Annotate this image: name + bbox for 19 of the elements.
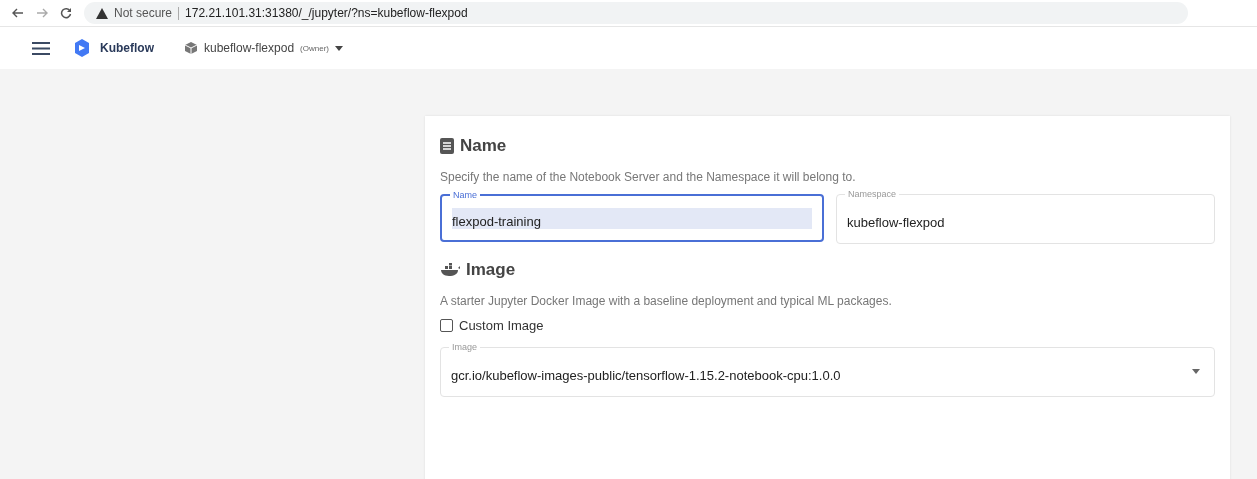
logo-icon [72,38,92,58]
brand-name: Kubeflow [100,41,154,55]
caret-icon [1192,369,1200,374]
back-icon[interactable] [12,8,24,18]
book-icon [440,138,454,154]
section-description: Specify the name of the Notebook Server and the Namespace it will belong to. [440,170,857,184]
checkbox[interactable] [440,319,453,332]
whale-icon [440,263,460,277]
reload-icon[interactable] [60,7,72,19]
warning-icon [96,7,108,19]
cube-icon [184,41,198,55]
caret-icon [334,45,343,51]
section-description: A starter Jupyter Docker Image with a baseline deployment and typical ML packages. [440,294,893,308]
namespace-selector[interactable]: kubeflow-flexpod (Owner) [184,41,343,55]
checkbox-label: Custom Image [459,318,544,333]
section-title: Image [466,260,516,280]
section-title: Name [460,136,507,156]
address-bar[interactable]: Not secure 172.21.101.31:31380/_/jupyter/?ns=kubeflow-flexpod [84,2,1188,24]
menu-icon[interactable] [32,41,50,55]
